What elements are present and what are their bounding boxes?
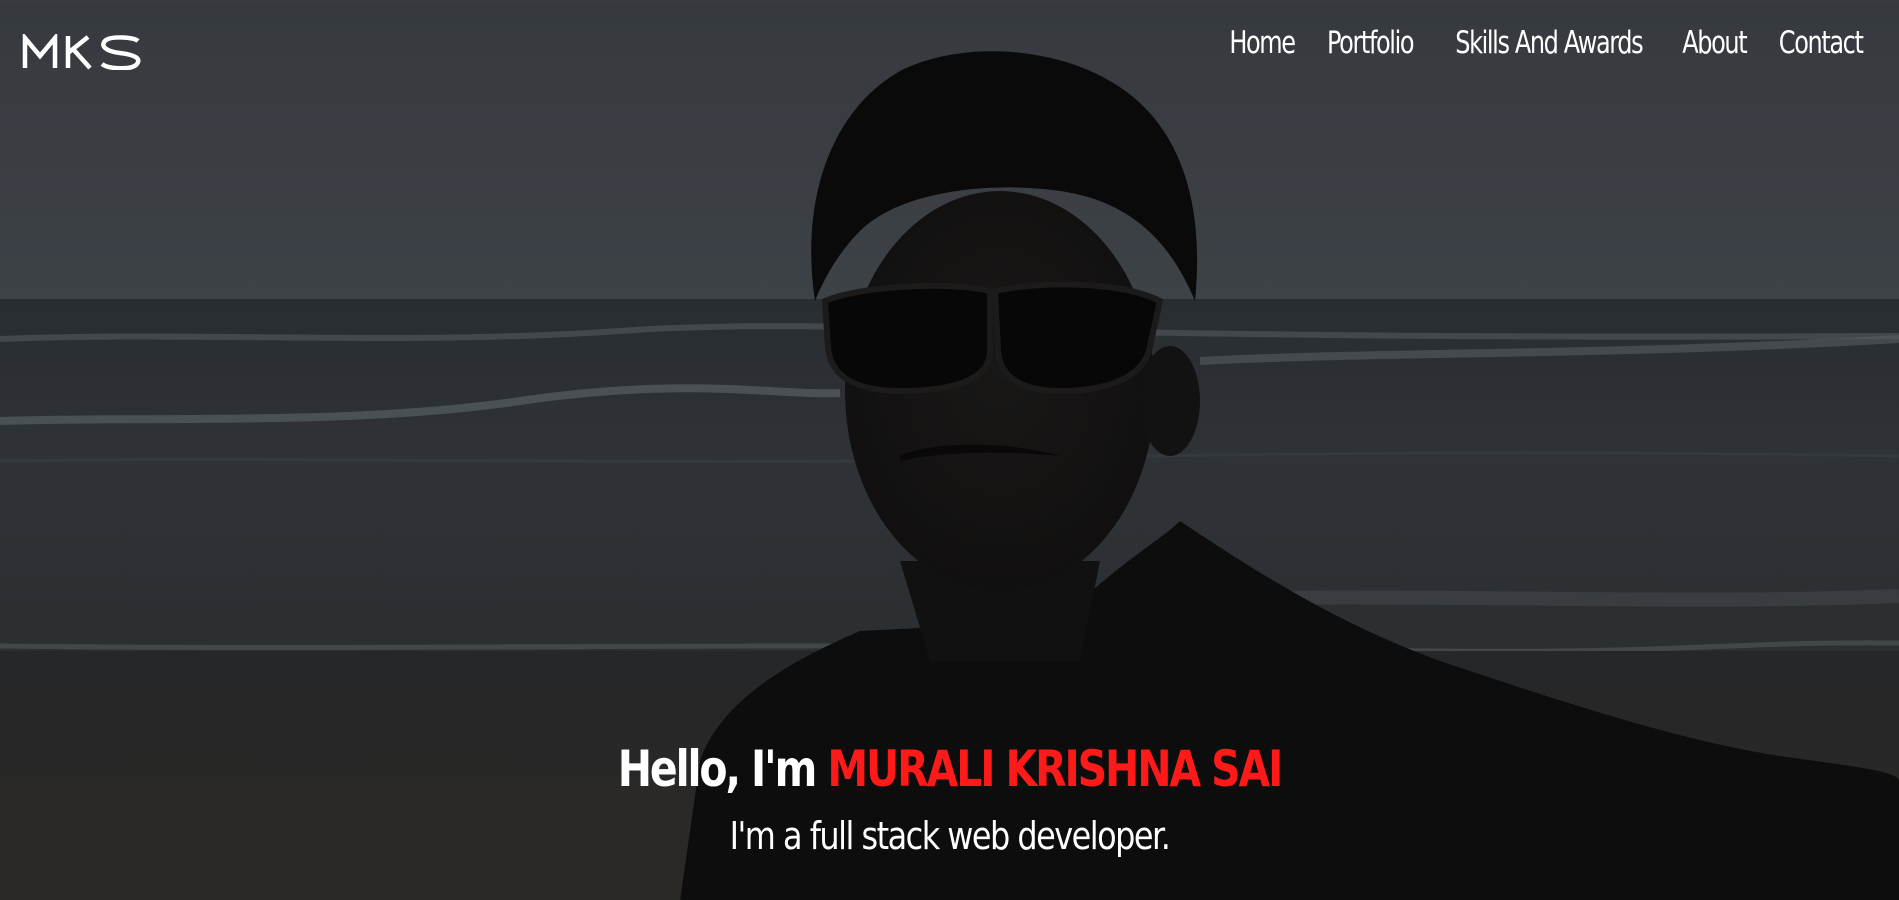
- hero-greeting: Hello, I'm MURALI KRISHNA SAI: [171, 739, 1728, 799]
- top-navbar: Home Portfolio Skills And Awards About C…: [0, 1, 1899, 101]
- hero-name: MURALI KRISHNA SAI: [827, 740, 1283, 798]
- nav-link-about[interactable]: About: [1682, 25, 1747, 61]
- greeting-prefix: Hello, I'm: [617, 740, 818, 798]
- mks-logo[interactable]: [22, 34, 144, 70]
- nav-link-portfolio[interactable]: Portfolio: [1327, 25, 1415, 61]
- nav-link-contact[interactable]: Contact: [1778, 25, 1863, 61]
- hero-intro: Hello, I'm MURALI KRISHNA SAI I'm a full…: [0, 739, 1899, 859]
- nav-menu: Home Portfolio Skills And Awards About C…: [1224, 25, 1869, 61]
- hero-section: Home Portfolio Skills And Awards About C…: [0, 0, 1899, 900]
- nav-link-skills-and-awards[interactable]: Skills And Awards: [1455, 25, 1643, 61]
- hero-tagline: I'm a full stack web developer.: [729, 814, 1171, 858]
- nav-link-home[interactable]: Home: [1229, 25, 1296, 61]
